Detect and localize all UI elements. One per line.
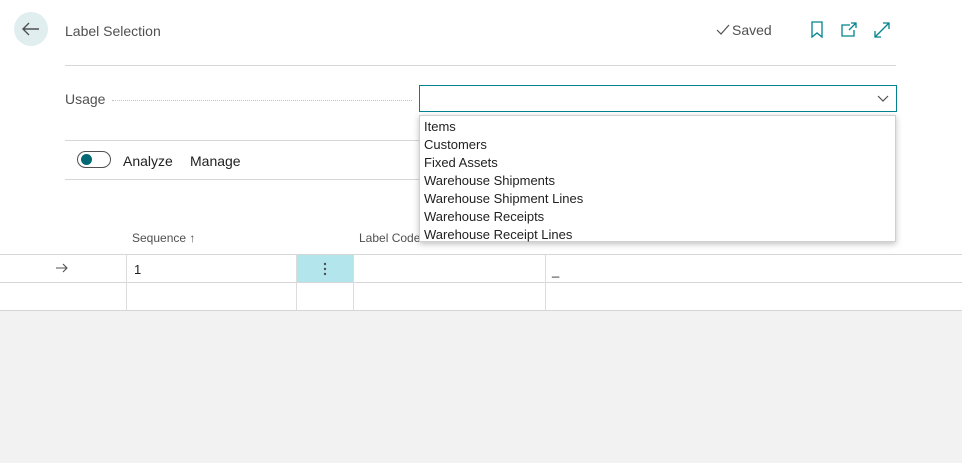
arrow-left-icon [22,22,39,36]
header-divider [65,65,896,66]
row-actions-button[interactable] [297,255,353,282]
saved-status: Saved [716,22,772,38]
analyze-action[interactable]: Analyze [123,153,173,169]
column-divider [545,254,546,310]
usage-option-warehouse-receipts[interactable]: Warehouse Receipts [420,208,895,226]
analyze-toggle[interactable] [77,151,111,168]
table-bottom-divider [0,310,962,311]
column-divider [126,254,127,310]
usage-option-customers[interactable]: Customers [420,136,895,154]
current-row-arrow-icon [56,263,68,273]
action-bar-divider [65,179,419,180]
checkmark-icon [716,24,730,35]
usage-option-fixed-assets[interactable]: Fixed Assets [420,154,895,172]
usage-label: Usage [65,91,106,107]
more-vertical-icon [323,262,327,275]
table-header-divider [0,254,962,255]
open-in-new-window-icon[interactable] [840,21,858,39]
usage-select[interactable] [419,85,897,112]
description-cell[interactable]: _ [552,263,559,278]
saved-status-label: Saved [732,22,772,38]
usage-option-warehouse-shipment-lines[interactable]: Warehouse Shipment Lines [420,190,895,208]
sequence-cell[interactable]: 1 [134,262,141,277]
field-leader-dots [112,100,412,101]
chevron-down-icon [877,95,889,102]
column-header-label-code[interactable]: Label Code [359,231,420,245]
section-divider [65,140,419,141]
page-title: Label Selection [65,23,161,39]
row-divider [0,282,962,283]
usage-option-warehouse-receipt-lines[interactable]: Warehouse Receipt Lines [420,226,895,244]
manage-action[interactable]: Manage [190,153,241,169]
column-header-sequence[interactable]: Sequence ↑ [132,231,195,245]
toggle-knob [81,154,92,165]
usage-option-items[interactable]: Items [420,118,895,136]
expand-icon[interactable] [873,21,891,39]
usage-dropdown-list: Items Customers Fixed Assets Warehouse S… [419,115,896,242]
bookmark-icon[interactable] [810,21,824,39]
column-divider [353,254,354,310]
back-button[interactable] [14,12,48,46]
usage-option-warehouse-shipments[interactable]: Warehouse Shipments [420,172,895,190]
